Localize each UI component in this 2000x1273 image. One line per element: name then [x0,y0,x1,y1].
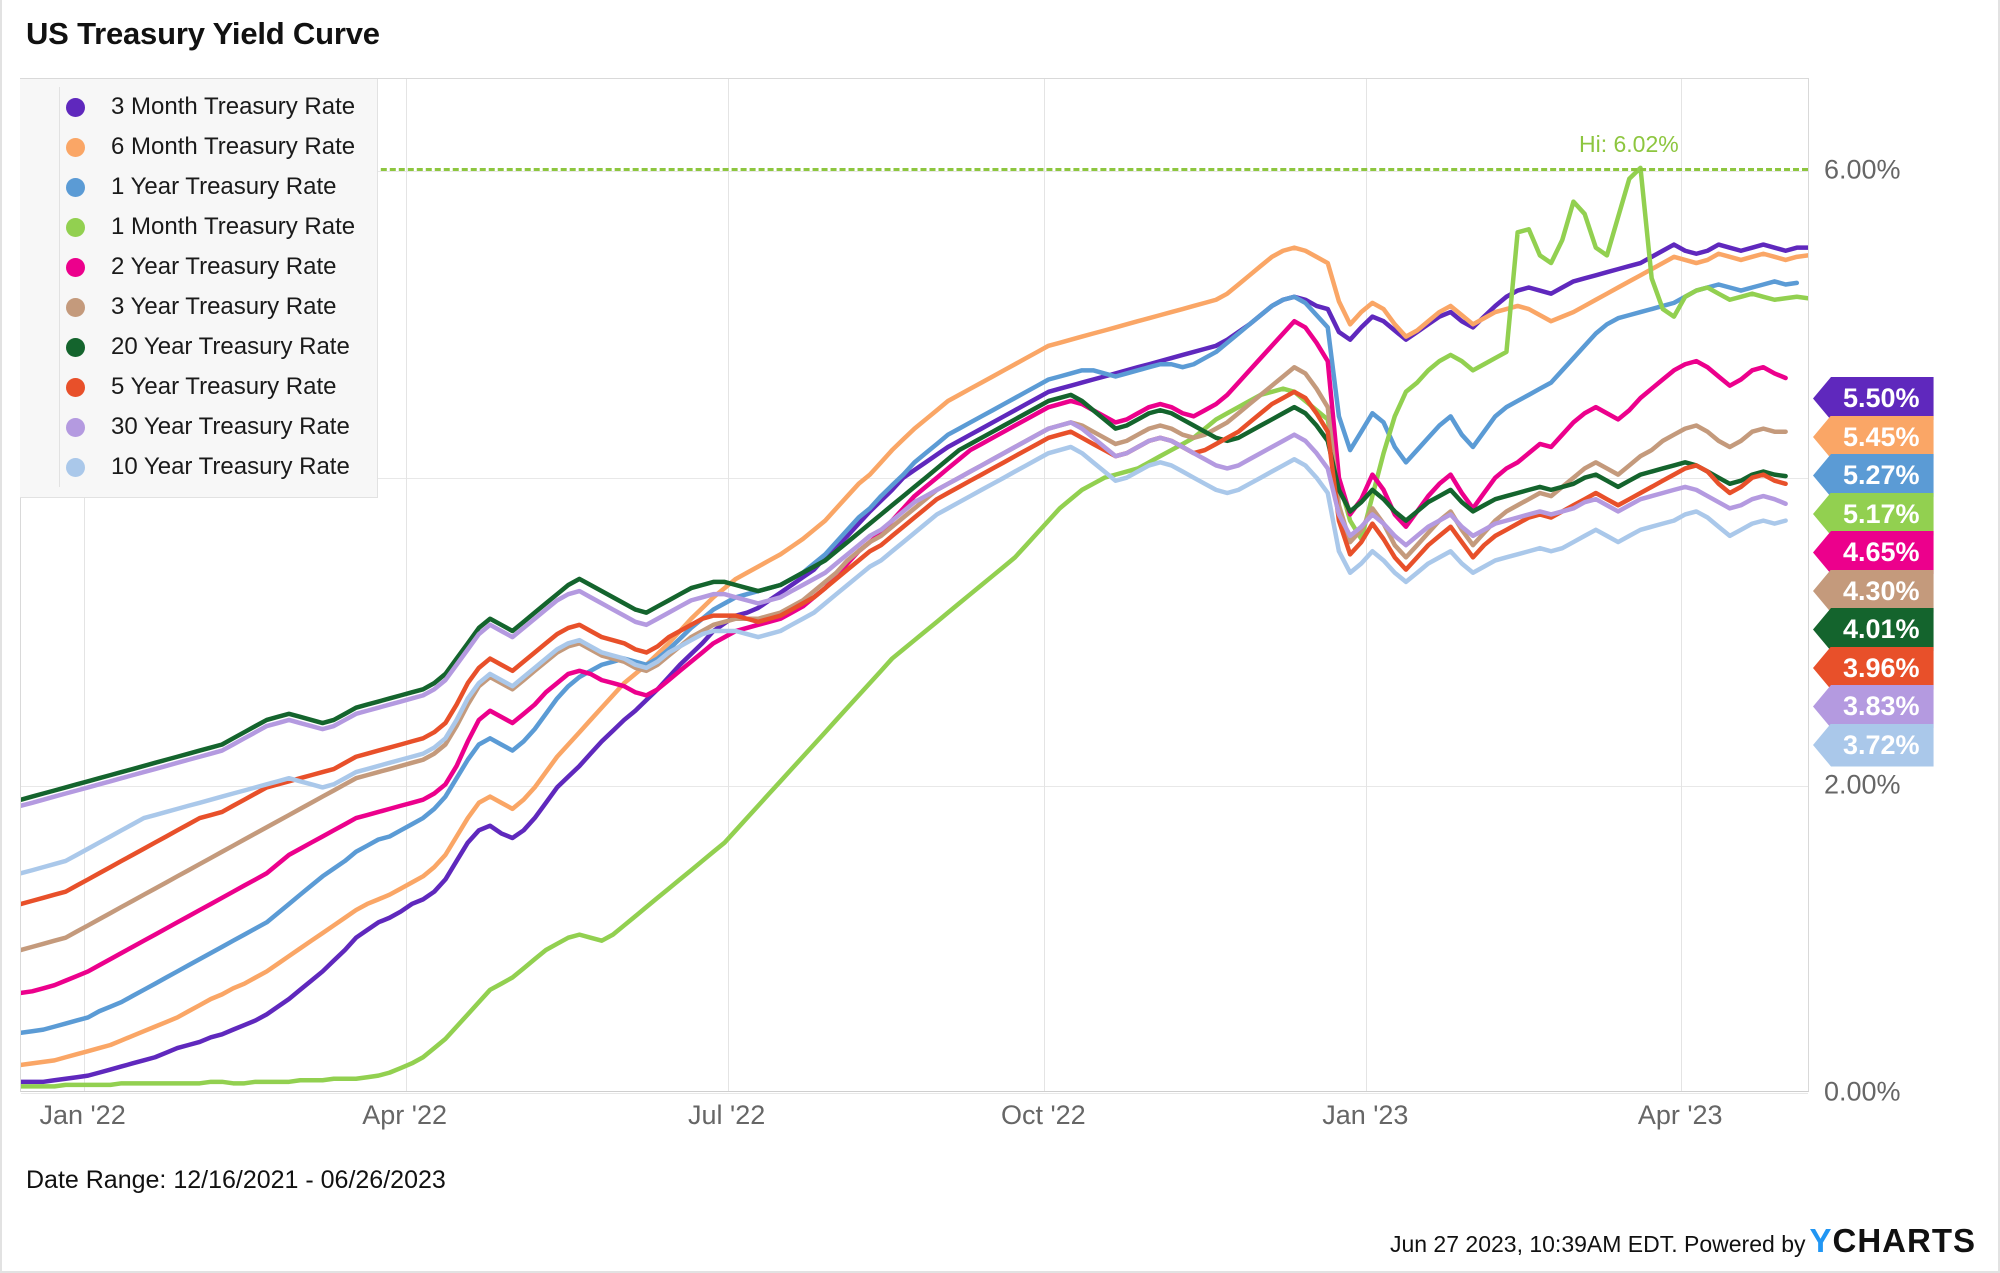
horizontal-gridline [21,1093,1808,1094]
value-flag: 5.50% [1813,377,1934,420]
legend-item-3-month-treasury-rate[interactable]: 3 Month Treasury Rate [20,87,355,127]
legend-swatch-icon [66,377,85,397]
legend-swatch-icon [66,297,85,317]
page-title: US Treasury Yield Curve [26,16,380,51]
legend-item-label: 3 Month Treasury Rate [111,93,356,120]
value-flag: 5.17% [1813,492,1934,536]
value-flag: 4.01% [1813,608,1934,651]
legend-swatch-icon [66,217,85,237]
legend-item-label: 20 Year Treasury Rate [111,333,350,360]
legend-item-label: 3 Year Treasury Rate [111,293,337,320]
legend-swatch-icon [66,177,85,197]
legend-divider [59,447,60,487]
legend-swatch-icon [66,457,85,477]
high-annotation-label: Hi: 6.02% [1579,131,1679,158]
value-flag: 5.27% [1813,454,1934,497]
chart-credit: Jun 27 2023, 10:39AM EDT. Powered by YCH… [1390,1222,1976,1260]
value-flag: 3.83% [1813,685,1934,728]
legend-item-2-year-treasury-rate[interactable]: 2 Year Treasury Rate [20,247,355,287]
ycharts-logo-y: Y [1809,1222,1833,1259]
legend-divider [59,207,60,247]
legend-divider [59,407,60,447]
legend-item-label: 10 Year Treasury Rate [111,453,350,480]
legend-swatch-icon [66,337,85,357]
x-axis-tick-label: Jul '22 [688,1100,766,1130]
x-axis-tick-label: Oct '22 [1000,1100,1086,1130]
x-axis-tick-label: Jan '23 [1322,1100,1409,1130]
legend-item-10-year-treasury-rate[interactable]: 10 Year Treasury Rate [20,447,355,487]
legend-item-label: 2 Year Treasury Rate [111,253,337,280]
credit-text: Jun 27 2023, 10:39AM EDT. Powered by [1389,1231,1806,1257]
value-flag: 5.45% [1813,415,1934,459]
legend-divider [59,247,60,287]
legend-item-30-year-treasury-rate[interactable]: 30 Year Treasury Rate [20,407,355,447]
legend-item-1-month-treasury-rate[interactable]: 1 Month Treasury Rate [20,207,355,247]
legend-item-label: 6 Month Treasury Rate [111,133,356,160]
legend-item-20-year-treasury-rate[interactable]: 20 Year Treasury Rate [20,327,355,367]
legend-item-5-year-treasury-rate[interactable]: 5 Year Treasury Rate [20,367,355,407]
value-flag: 4.30% [1813,569,1934,613]
legend-swatch-icon [66,97,85,117]
ycharts-logo-rest: CHARTS [1832,1222,1976,1259]
legend-item-label: 5 Year Treasury Rate [111,373,337,400]
legend-item-label: 30 Year Treasury Rate [111,413,350,440]
y-axis-tick-label: 0.00% [1824,1076,1901,1107]
legend-item-label: 1 Year Treasury Rate [111,173,337,200]
legend-item-3-year-treasury-rate[interactable]: 3 Year Treasury Rate [20,287,355,327]
y-axis-tick-label: 2.00% [1824,769,1901,800]
legend-item-1-year-treasury-rate[interactable]: 1 Year Treasury Rate [20,167,355,207]
x-axis-tick-label: Jan '22 [39,1100,126,1130]
x-axis-tick-label: Apr '23 [1637,1100,1723,1130]
legend-divider [59,327,60,367]
chart-frame: US Treasury Yield Curve Hi: 6.02% 3 Mont… [0,0,2000,1273]
ycharts-logo: YCHARTS [1809,1222,1976,1260]
legend-item-label: 1 Month Treasury Rate [111,213,356,240]
legend: 3 Month Treasury Rate 6 Month Treasury Ra… [20,79,379,498]
legend-swatch-icon [66,257,85,277]
legend-swatch-icon [66,137,85,157]
value-flag: 3.96% [1813,646,1934,690]
x-axis-tick-label: Apr '22 [362,1100,447,1130]
legend-divider [59,87,60,127]
legend-divider [59,167,60,207]
legend-divider [59,367,60,407]
date-range-label: Date Range: 12/16/2021 - 06/26/2023 [26,1166,446,1194]
value-flag: 3.72% [1813,723,1934,767]
legend-item-6-month-treasury-rate[interactable]: 6 Month Treasury Rate [20,127,355,167]
value-flag: 4.65% [1813,531,1934,574]
legend-divider [59,127,60,167]
y-axis-tick-label: 6.00% [1824,154,1901,185]
legend-swatch-icon [66,417,85,437]
legend-divider [59,287,60,327]
